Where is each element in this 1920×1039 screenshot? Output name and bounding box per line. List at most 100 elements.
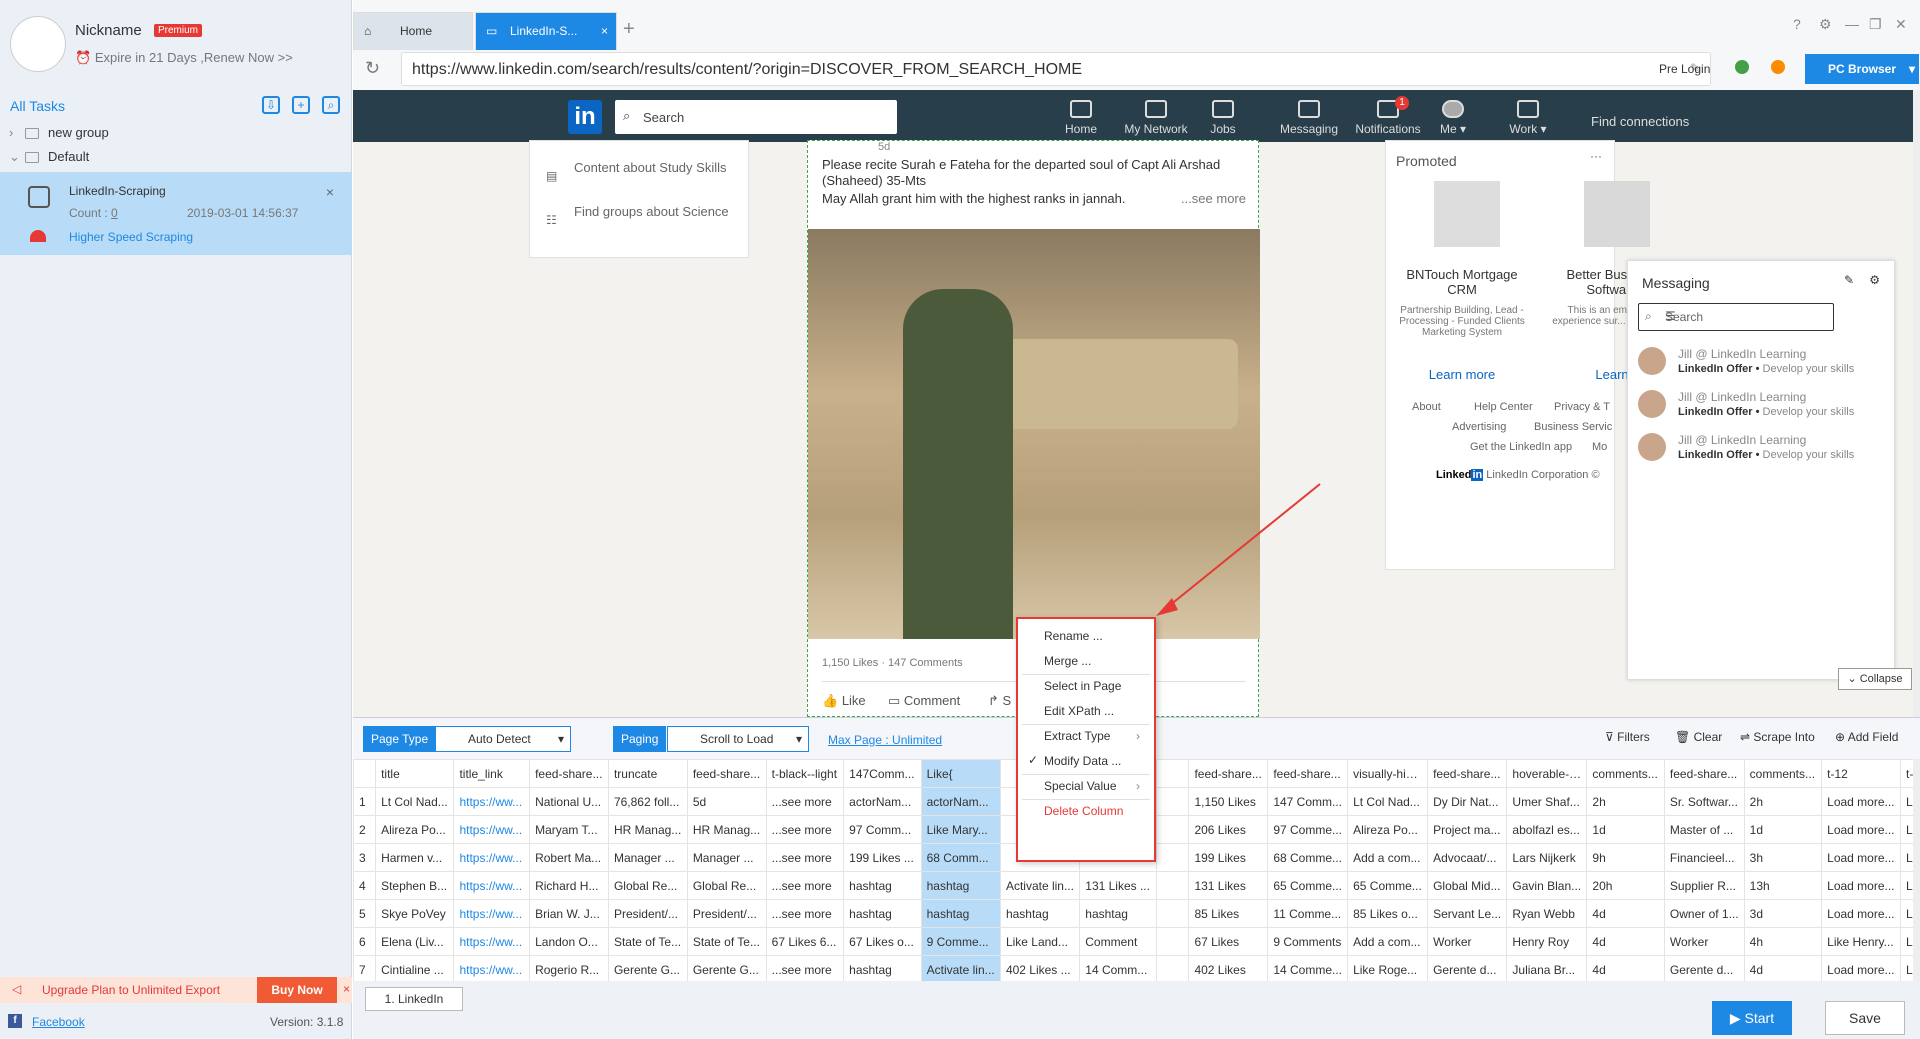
table-cell[interactable]: 131 Likes (1188, 871, 1269, 900)
post-stats[interactable]: 1,150 Likes · 147 Comments (822, 657, 963, 669)
table-cell[interactable]: Maryam T... (529, 815, 609, 844)
table-row[interactable]: 7 Cintialine ... https://ww... Rogerio R...… (353, 955, 1920, 981)
clear-button[interactable]: 🗑 Clear (1675, 730, 1722, 744)
table-cell[interactable]: Load more... (1821, 815, 1901, 844)
table-cell[interactable]: https://ww... (453, 899, 531, 928)
table-cell[interactable]: Worker (1663, 927, 1745, 956)
scrape-into-button[interactable]: ⇌ Scrape Into (1740, 730, 1815, 744)
nav-messaging[interactable]: Messaging (1279, 100, 1339, 136)
cookie-icon[interactable] (1771, 60, 1785, 74)
column-header[interactable] (1156, 759, 1190, 788)
column-header[interactable]: t-12 (1821, 759, 1901, 788)
table-cell[interactable]: 1d (1586, 815, 1665, 844)
column-header[interactable]: feed-share... (1267, 759, 1349, 788)
table-cell[interactable]: Elena (Liv... (375, 927, 455, 956)
table-cell[interactable]: https://ww... (453, 815, 531, 844)
nav-my-network[interactable]: My Network (1119, 100, 1193, 136)
footer-link[interactable]: About (1412, 401, 1441, 413)
table-cell[interactable]: Activate lin... (920, 955, 1001, 981)
table-cell[interactable]: 14 Comm... (1079, 955, 1158, 981)
table-cell[interactable]: https://ww... (453, 787, 531, 816)
table-cell[interactable] (1156, 955, 1190, 981)
table-cell[interactable]: Lt Col Nad... (1347, 787, 1429, 816)
table-cell[interactable]: 206 Likes (1188, 815, 1269, 844)
see-more-link[interactable]: ...see more (1181, 191, 1246, 206)
table-cell[interactable]: 11 Comme... (1267, 899, 1349, 928)
table-cell[interactable]: actorNam... (843, 787, 922, 816)
column-header[interactable]: comments... (1586, 759, 1665, 788)
table-row[interactable]: 6 Elena (Liv... https://ww... Landon O... St… (353, 927, 1920, 956)
table-cell[interactable]: hashtag (920, 899, 1001, 928)
table-cell[interactable]: Juliana Br... (1506, 955, 1588, 981)
messaging-title[interactable]: Messaging (1642, 275, 1710, 291)
learn-more-link[interactable]: Learn more (1396, 367, 1528, 382)
table-cell[interactable] (1156, 927, 1190, 956)
table-cell[interactable]: Supplier R... (1663, 871, 1745, 900)
table-cell[interactable]: Robert Ma... (529, 843, 609, 872)
table-cell[interactable] (1156, 899, 1190, 928)
footer-link[interactable]: Mo (1592, 441, 1607, 453)
table-cell[interactable]: Financieel... (1663, 843, 1745, 872)
nav-me[interactable]: Me ▾ (1433, 100, 1473, 136)
higher-speed-link[interactable]: Higher Speed Scraping (69, 230, 193, 244)
facebook-link[interactable]: Facebook (32, 1015, 85, 1029)
table-cell[interactable]: State of Te... (607, 927, 688, 956)
nav-home[interactable]: Home (1056, 100, 1106, 136)
table-cell[interactable]: actorNam... (920, 787, 1001, 816)
table-cell[interactable]: 1 (353, 787, 377, 816)
filters-button[interactable]: ⊽ Filters (1605, 730, 1650, 744)
table-cell[interactable]: Gerente G... (607, 955, 688, 981)
tab-linkedin[interactable]: ▭ LinkedIn-S... × (475, 12, 617, 50)
table-row[interactable]: 4 Stephen B... https://ww... Richard H... Gl… (353, 871, 1920, 900)
message-row[interactable]: Jill @ LinkedIn Learning LinkedIn Offer •… (1638, 345, 1888, 385)
table-cell[interactable] (1156, 843, 1190, 872)
table-cell[interactable]: 5d (686, 787, 767, 816)
table-cell[interactable]: 2 (353, 815, 377, 844)
table-cell[interactable]: ...see more (765, 871, 845, 900)
table-cell[interactable]: 1,150 Likes (1188, 787, 1269, 816)
nav-notifications[interactable]: Notifications (1353, 100, 1423, 136)
table-cell[interactable]: Alireza Po... (1347, 815, 1429, 844)
table-cell[interactable]: https://ww... (453, 955, 531, 981)
table-cell[interactable]: Gerente G... (686, 955, 767, 981)
table-cell[interactable]: ...see more (765, 955, 845, 981)
table-cell[interactable]: Load more... (1821, 871, 1901, 900)
close-window-icon[interactable]: ✕ (1895, 16, 1907, 33)
table-cell[interactable]: Global Mid... (1427, 871, 1508, 900)
table-cell[interactable]: hashtag (843, 899, 922, 928)
table-cell[interactable]: ...see more (765, 815, 845, 844)
footer-link[interactable]: Advertising (1452, 421, 1506, 433)
help-icon[interactable]: ? (1793, 16, 1801, 32)
column-header[interactable]: truncate (607, 759, 688, 788)
group-new[interactable]: › new group (0, 122, 352, 144)
table-cell[interactable]: President/... (686, 899, 767, 928)
footer-link[interactable]: Help Center (1474, 401, 1533, 413)
table-cell[interactable]: Landon O... (529, 927, 609, 956)
table-cell[interactable]: Manager ... (686, 843, 767, 872)
table-cell[interactable]: https://ww... (453, 871, 531, 900)
table-cell[interactable] (1156, 871, 1190, 900)
max-page-link[interactable]: Max Page : Unlimited (828, 733, 942, 747)
table-cell[interactable]: Load more... (1821, 787, 1901, 816)
table-cell[interactable]: Like Mary... (920, 815, 1001, 844)
table-cell[interactable]: 85 Likes o... (1347, 899, 1429, 928)
table-cell[interactable]: 65 Comme... (1267, 871, 1349, 900)
save-button[interactable]: Save (1825, 1001, 1905, 1035)
gear-icon[interactable]: ⚙ (1869, 273, 1880, 287)
find-connections-link[interactable]: Find connections (1591, 114, 1689, 129)
table-cell[interactable]: 3d (1743, 899, 1823, 928)
restore-icon[interactable]: ❐ (1869, 16, 1882, 33)
message-row[interactable]: Jill @ LinkedIn Learning LinkedIn Offer •… (1638, 388, 1888, 428)
table-cell[interactable]: Skye PoVey (375, 899, 455, 928)
table-cell[interactable]: Activate lin... (999, 871, 1081, 900)
scrollbar[interactable] (1913, 759, 1920, 981)
table-cell[interactable]: 2h (1743, 787, 1823, 816)
close-icon[interactable]: × (326, 184, 334, 200)
modify-data-item[interactable]: Modify Data ... (1044, 754, 1121, 768)
table-cell[interactable]: Lars Nijkerk (1506, 843, 1588, 872)
table-cell[interactable]: Gavin Blan... (1506, 871, 1588, 900)
scrollbar[interactable] (1913, 90, 1920, 717)
chevron-right-icon[interactable]: › (9, 125, 13, 140)
nav-jobs[interactable]: Jobs (1203, 100, 1243, 136)
table-cell[interactable]: Load more... (1821, 843, 1901, 872)
